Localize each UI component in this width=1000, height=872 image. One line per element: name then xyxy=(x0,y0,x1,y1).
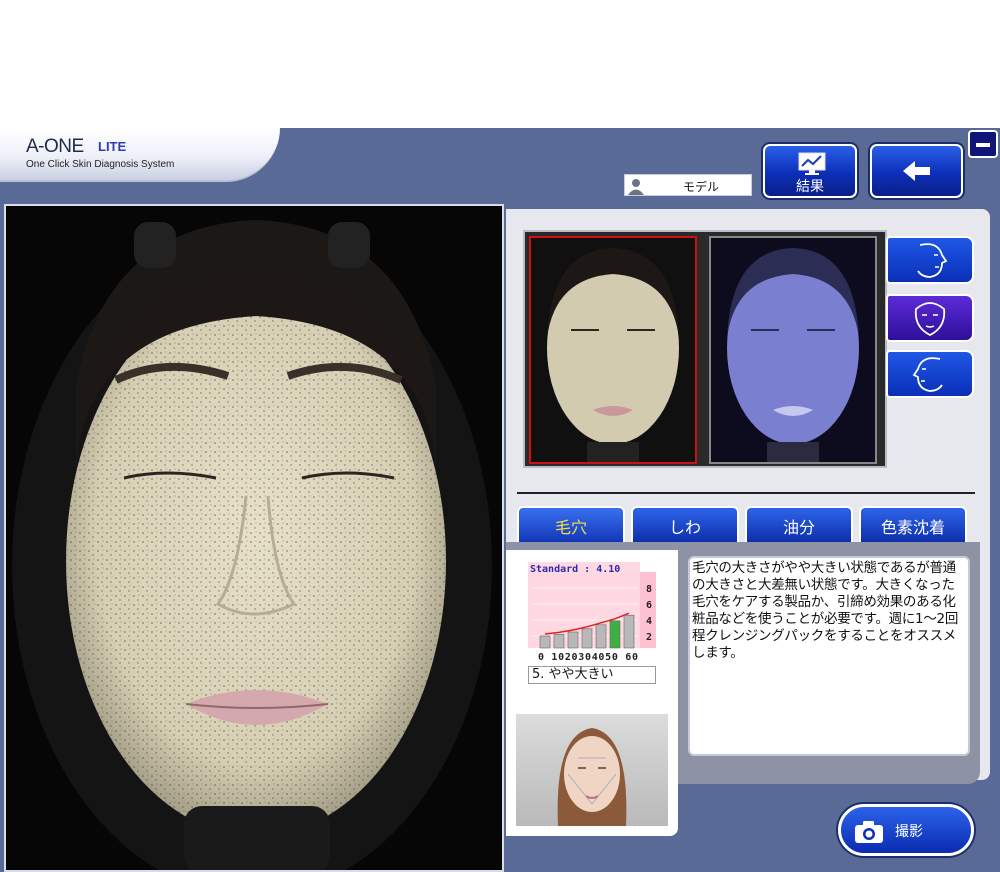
graph-bar xyxy=(623,614,635,649)
app-window: A-ONE LITE One Click Skin Diagnosis Syst… xyxy=(0,128,1000,872)
graph-y-tick: 4 xyxy=(646,616,652,627)
graph-y-tick: 6 xyxy=(646,600,652,611)
pore-score-graph: Standard : 4.10 8 6 4 2 0 1020304050 60 xyxy=(528,562,656,662)
graph-bar xyxy=(609,620,621,649)
graph-bar xyxy=(567,631,579,649)
reference-model-photo xyxy=(516,714,668,826)
app-subtitle: One Click Skin Diagnosis System xyxy=(26,159,175,170)
app-edition: LITE xyxy=(98,139,127,154)
face-front-icon xyxy=(914,302,946,337)
camera-icon xyxy=(855,821,883,843)
view-front-button[interactable] xyxy=(886,294,974,342)
result-button[interactable]: 結果 xyxy=(763,144,857,198)
graph-y-tick: 8 xyxy=(646,584,652,595)
tab-pores[interactable]: 毛穴 xyxy=(517,506,625,544)
user-name: モデル xyxy=(682,180,719,194)
divider xyxy=(517,492,975,494)
user-field: モデル xyxy=(624,174,752,196)
result-button-label: 結果 xyxy=(796,179,824,195)
thumbnail-normal-light[interactable] xyxy=(529,236,697,464)
graph-x-ticks: 0 1020304050 60 xyxy=(538,652,638,662)
minimize-button[interactable] xyxy=(968,130,998,158)
face-image-viewer xyxy=(4,204,504,872)
graph-bar xyxy=(581,628,593,649)
tab-pigmentation[interactable]: 色素沈着 xyxy=(859,506,967,544)
face-left-icon xyxy=(917,243,948,278)
tab-oil[interactable]: 油分 xyxy=(745,506,853,544)
tab-wrinkles[interactable]: しわ xyxy=(631,506,739,544)
thumbnail-strip xyxy=(523,230,887,468)
graph-bar xyxy=(539,635,551,649)
capture-button[interactable]: 撮影 xyxy=(838,804,974,856)
pore-level-text: 5. やや大きい xyxy=(528,666,656,684)
description-text: 毛穴の大きさがやや大きい状態であるが普通の大きさと大差無い状態です。大きくなった… xyxy=(692,560,959,661)
thumbnail-uv-light[interactable] xyxy=(709,236,877,464)
graph-bar xyxy=(595,624,607,649)
face-image xyxy=(6,206,502,870)
graph-y-tick: 2 xyxy=(646,632,652,643)
app-title: A-ONE xyxy=(26,136,84,157)
face-right-icon xyxy=(912,357,943,392)
arrow-left-icon xyxy=(903,161,930,181)
view-right-profile-button[interactable] xyxy=(886,350,974,398)
user-icon xyxy=(628,179,644,195)
capture-button-label: 撮影 xyxy=(895,824,923,840)
view-left-profile-button[interactable] xyxy=(886,236,974,284)
brand-header: A-ONE LITE One Click Skin Diagnosis Syst… xyxy=(0,128,280,182)
monitor-chart-icon xyxy=(798,152,826,175)
graph-standard-label: Standard : 4.10 xyxy=(530,564,620,575)
graph-bar xyxy=(553,634,565,649)
back-button[interactable] xyxy=(870,144,963,198)
